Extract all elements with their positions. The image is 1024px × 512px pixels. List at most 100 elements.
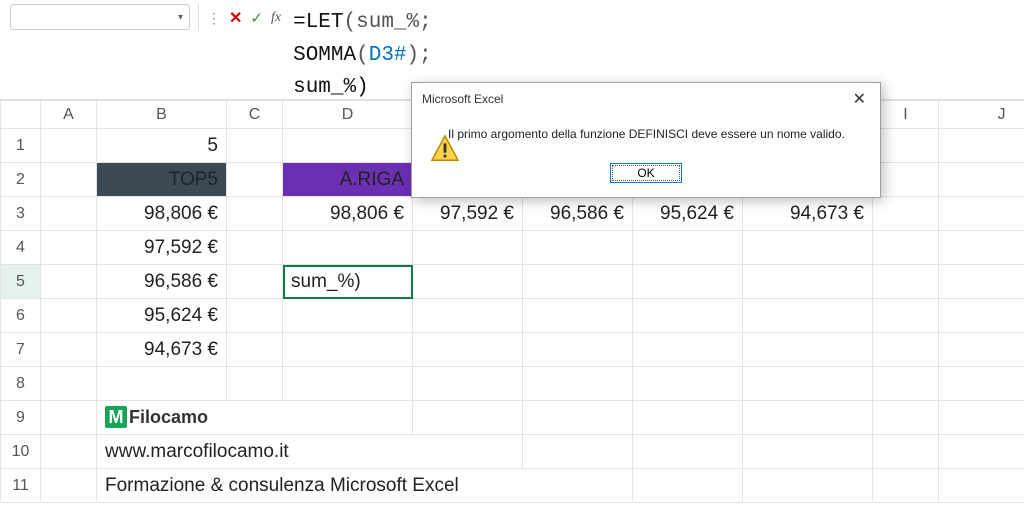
cell-C5[interactable] xyxy=(227,265,283,299)
row-header-1[interactable]: 1 xyxy=(1,129,41,163)
cell-D4[interactable] xyxy=(283,231,413,265)
row-header-6[interactable]: 6 xyxy=(1,299,41,333)
col-header-I[interactable]: I xyxy=(873,101,939,129)
cell-E4[interactable] xyxy=(413,231,523,265)
cell-G3[interactable]: 95,624 € xyxy=(633,197,743,231)
cell-G7[interactable] xyxy=(633,333,743,367)
formula-bar-icons: ⋮ ✕ ✓ fx xyxy=(207,4,281,28)
cell-B3[interactable]: 98,806 € xyxy=(97,197,227,231)
cell-A5[interactable] xyxy=(41,265,97,299)
cell-A6[interactable] xyxy=(41,299,97,333)
logo: MFilocamo xyxy=(105,406,208,428)
logo-text: Filocamo xyxy=(129,407,208,428)
cell-C2[interactable] xyxy=(227,163,283,197)
cell-A3[interactable] xyxy=(41,197,97,231)
cell-F4[interactable] xyxy=(523,231,633,265)
row-header-10[interactable]: 10 xyxy=(1,435,41,469)
cell-H6[interactable] xyxy=(743,299,873,333)
cell-E6[interactable] xyxy=(413,299,523,333)
dialog-titlebar[interactable]: Microsoft Excel ✕ xyxy=(412,83,880,115)
cell-B5[interactable]: 96,586 € xyxy=(97,265,227,299)
cell-I4[interactable] xyxy=(873,231,939,265)
row-header-2[interactable]: 2 xyxy=(1,163,41,197)
cell-C7[interactable] xyxy=(227,333,283,367)
cell-B7[interactable]: 94,673 € xyxy=(97,333,227,367)
cell-H5[interactable] xyxy=(743,265,873,299)
cell-D1[interactable] xyxy=(283,129,413,163)
error-dialog: Microsoft Excel ✕ Il primo argomento del… xyxy=(411,82,881,198)
cell-J4[interactable] xyxy=(939,231,1024,265)
name-box[interactable]: ▾ xyxy=(10,4,190,30)
close-icon[interactable]: ✕ xyxy=(849,89,870,109)
cell-G6[interactable] xyxy=(633,299,743,333)
cell-G4[interactable] xyxy=(633,231,743,265)
cell-J3[interactable] xyxy=(939,197,1024,231)
cell-I3[interactable] xyxy=(873,197,939,231)
cell-D7[interactable] xyxy=(283,333,413,367)
select-all-corner[interactable] xyxy=(1,101,41,129)
cell-J6[interactable] xyxy=(939,299,1024,333)
cell-A1[interactable] xyxy=(41,129,97,163)
cell-F5[interactable] xyxy=(523,265,633,299)
dots-icon: ⋮ xyxy=(207,10,221,27)
cell-E7[interactable] xyxy=(413,333,523,367)
cell-I7[interactable] xyxy=(873,333,939,367)
cell-I5[interactable] xyxy=(873,265,939,299)
cell-C1[interactable] xyxy=(227,129,283,163)
row-header-7[interactable]: 7 xyxy=(1,333,41,367)
row-9: 9 MFilocamo xyxy=(1,401,1024,435)
cell-E5[interactable] xyxy=(413,265,523,299)
cell-D2[interactable]: A.RIGA xyxy=(283,163,413,197)
cell-I6[interactable] xyxy=(873,299,939,333)
cell-G5[interactable] xyxy=(633,265,743,299)
cell-B4[interactable]: 97,592 € xyxy=(97,231,227,265)
cell-D5-active[interactable]: sum_%) xyxy=(283,265,413,299)
row-header-3[interactable]: 3 xyxy=(1,197,41,231)
cell-C6[interactable] xyxy=(227,299,283,333)
cell-A2[interactable] xyxy=(41,163,97,197)
cell-B6[interactable]: 95,624 € xyxy=(97,299,227,333)
cell-H7[interactable] xyxy=(743,333,873,367)
cell-B1[interactable]: 5 xyxy=(97,129,227,163)
row-7: 7 94,673 € xyxy=(1,333,1024,367)
dialog-message: Il primo argomento della funzione DEFINI… xyxy=(448,127,845,141)
chevron-down-icon[interactable]: ▾ xyxy=(178,12,183,23)
cell-I2[interactable] xyxy=(873,163,939,197)
cell-D3[interactable]: 98,806 € xyxy=(283,197,413,231)
row-header-4[interactable]: 4 xyxy=(1,231,41,265)
cell-C3[interactable] xyxy=(227,197,283,231)
logo-mark: M xyxy=(105,406,127,428)
col-header-B[interactable]: B xyxy=(97,101,227,129)
ok-button[interactable]: OK xyxy=(610,163,681,183)
cell-E3[interactable]: 97,592 € xyxy=(413,197,523,231)
cell-B2[interactable]: TOP5 xyxy=(97,163,227,197)
row-6: 6 95,624 € xyxy=(1,299,1024,333)
row-header-5[interactable]: 5 xyxy=(1,265,41,299)
cell-H4[interactable] xyxy=(743,231,873,265)
accept-icon[interactable]: ✓ xyxy=(250,9,263,27)
cell-J2[interactable] xyxy=(939,163,1024,197)
cell-F3[interactable]: 96,586 € xyxy=(523,197,633,231)
row-header-8[interactable]: 8 xyxy=(1,367,41,401)
cell-H3[interactable]: 94,673 € xyxy=(743,197,873,231)
cell-F6[interactable] xyxy=(523,299,633,333)
website-link[interactable]: www.marcofilocamo.it xyxy=(97,435,523,469)
cell-A4[interactable] xyxy=(41,231,97,265)
cell-A7[interactable] xyxy=(41,333,97,367)
cell-J5[interactable] xyxy=(939,265,1024,299)
cell-C4[interactable] xyxy=(227,231,283,265)
cancel-icon[interactable]: ✕ xyxy=(229,8,242,28)
dialog-title: Microsoft Excel xyxy=(422,92,503,106)
cell-D6[interactable] xyxy=(283,299,413,333)
col-header-A[interactable]: A xyxy=(41,101,97,129)
col-header-D[interactable]: D xyxy=(283,101,413,129)
row-header-9[interactable]: 9 xyxy=(1,401,41,435)
col-header-C[interactable]: C xyxy=(227,101,283,129)
row-header-11[interactable]: 11 xyxy=(1,469,41,503)
fx-icon[interactable]: fx xyxy=(271,10,281,26)
cell-F7[interactable] xyxy=(523,333,633,367)
cell-J1[interactable] xyxy=(939,129,1024,163)
col-header-J[interactable]: J xyxy=(939,101,1024,129)
cell-I1[interactable] xyxy=(873,129,939,163)
cell-J7[interactable] xyxy=(939,333,1024,367)
